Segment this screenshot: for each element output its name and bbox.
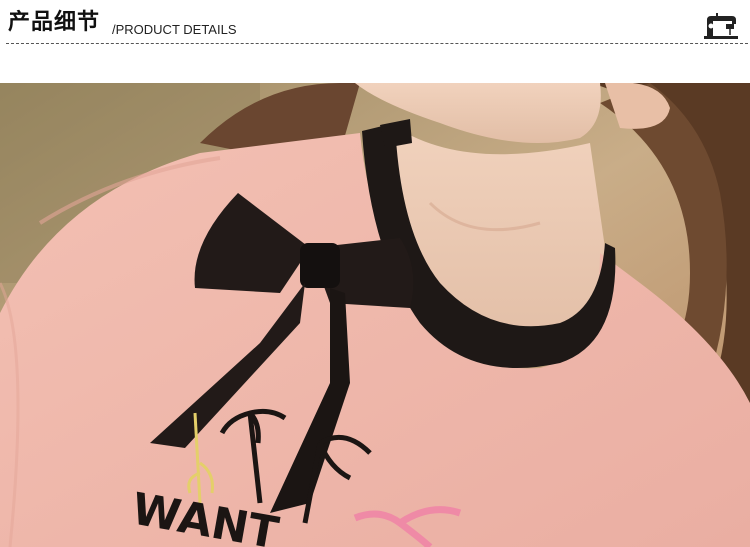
section-subtitle: /PRODUCT DETAILS <box>112 22 237 37</box>
section-title: 产品细节 <box>8 10 101 35</box>
sewing-machine-icon <box>704 13 738 39</box>
section-header: 产品细节 /PRODUCT DETAILS <box>0 0 750 46</box>
header-divider <box>6 43 748 44</box>
product-detail-photo: WANT <box>0 83 750 547</box>
